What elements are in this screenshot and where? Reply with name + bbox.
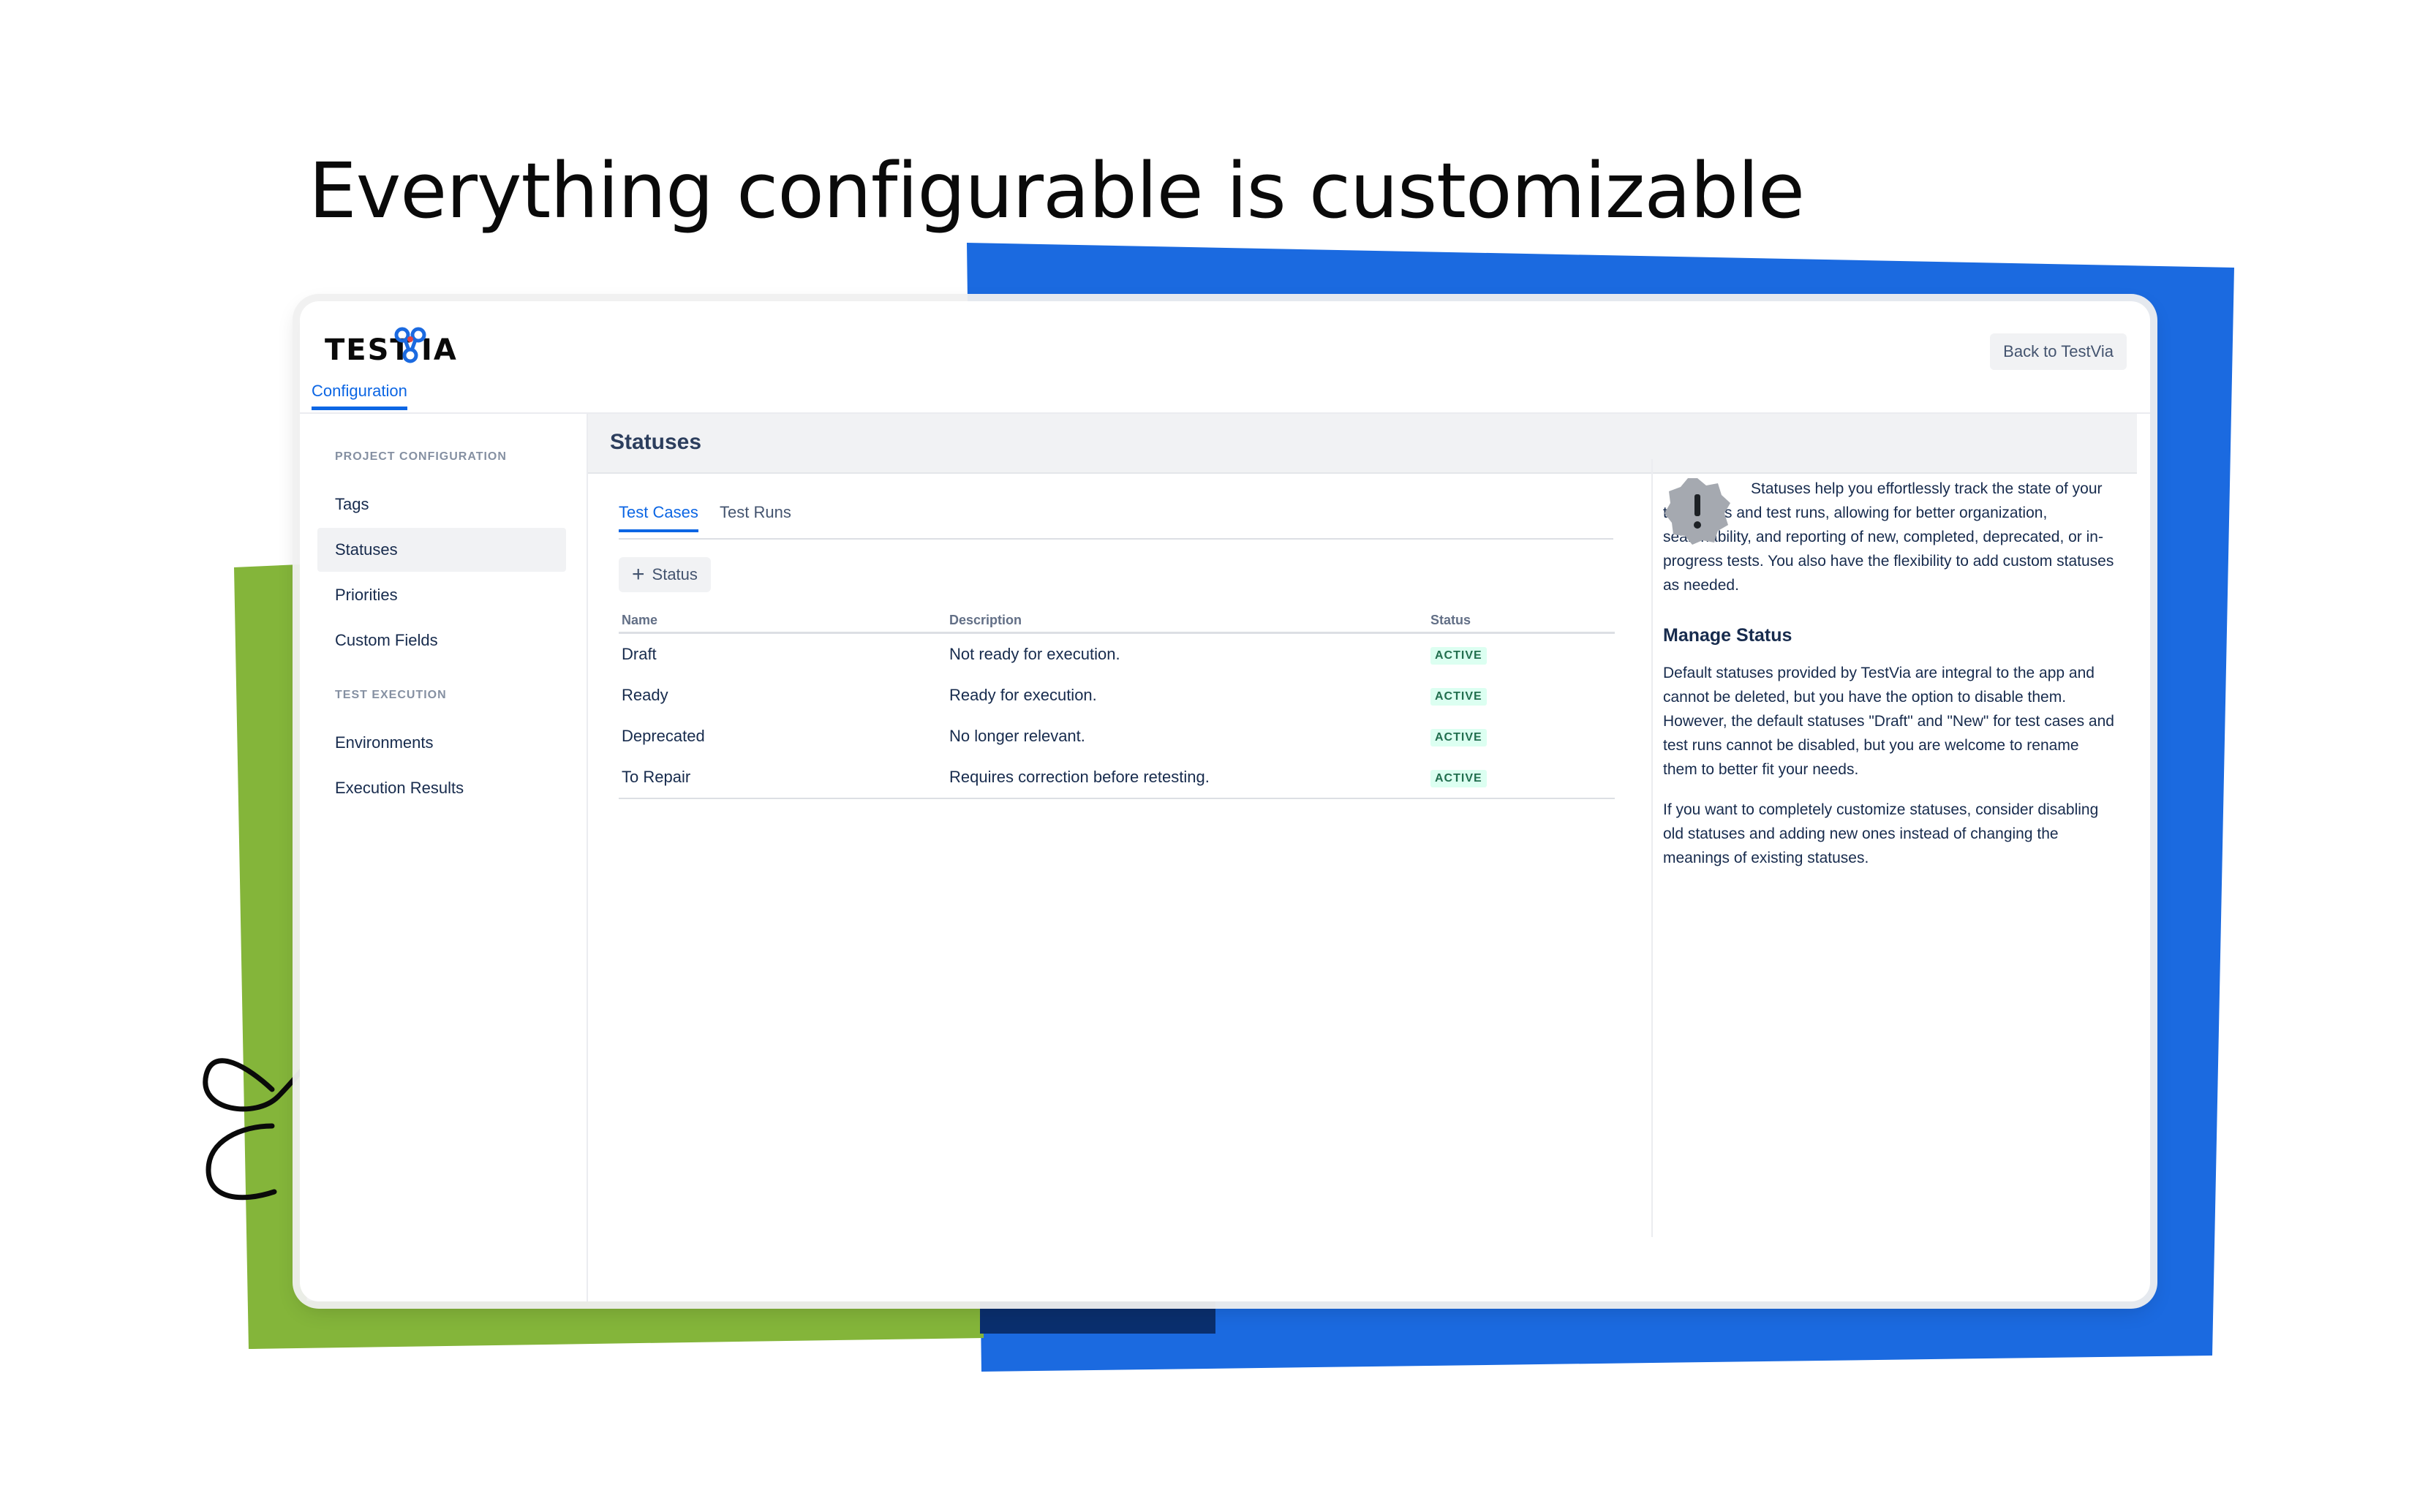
navy-shape <box>980 1299 1215 1334</box>
app-window: TEST IA Configuration Back to TestVia PR… <box>300 301 2150 1301</box>
status-badge: ACTIVE <box>1430 770 1487 787</box>
logo-wordmark: TEST IA <box>325 333 458 367</box>
status-name: Deprecated <box>622 727 705 745</box>
green-shape <box>234 564 307 1349</box>
config-sidebar: PROJECT CONFIGURATION Tags Statuses Prio… <box>300 414 588 1301</box>
sidebar-item-environments[interactable]: Environments <box>317 721 566 765</box>
sidebar-item-statuses[interactable]: Statuses <box>317 528 566 572</box>
configuration-link[interactable]: Configuration <box>312 382 407 410</box>
sidebar-section-project-configuration: PROJECT CONFIGURATION <box>335 450 507 463</box>
green-shape-bottom <box>249 1294 984 1349</box>
status-description: No longer relevant. <box>949 727 1085 745</box>
tab-test-cases[interactable]: Test Cases <box>619 503 698 532</box>
status-description: Requires correction before retesting. <box>946 757 1428 799</box>
column-header-name[interactable]: Name <box>619 608 946 634</box>
status-description: Ready for execution. <box>949 686 1097 704</box>
status-badge: ACTIVE <box>1430 688 1487 706</box>
table-row[interactable]: To Repair Requires correction before ret… <box>619 757 1615 799</box>
table-header-row: Name Description Status <box>619 608 1615 634</box>
column-header-description[interactable]: Description <box>946 608 1428 634</box>
status-tabs: Test Cases Test Runs <box>619 503 1613 540</box>
info-paragraph-customize: If you want to completely customize stat… <box>1663 801 2099 866</box>
add-status-label: Status <box>652 565 698 583</box>
back-to-testvia-button[interactable]: Back to TestVia <box>1990 333 2127 370</box>
sidebar-item-execution-results[interactable]: Execution Results <box>317 766 566 810</box>
sidebar-item-tags[interactable]: Tags <box>317 483 566 526</box>
status-badge: ACTIVE <box>1430 729 1487 746</box>
exclamation-badge-icon <box>1664 478 1730 545</box>
page-title: Statuses <box>610 430 702 454</box>
status-name: Ready <box>622 686 668 704</box>
status-name: Draft <box>622 645 657 663</box>
statuses-table: Name Description Status Draft Not ready … <box>619 608 1615 799</box>
svg-text:IA: IA <box>421 333 458 367</box>
page-headline: Everything configurable is customizable <box>309 146 1805 235</box>
column-header-status[interactable]: Status <box>1428 608 1615 634</box>
sidebar-item-custom-fields[interactable]: Custom Fields <box>317 619 566 662</box>
tab-test-runs[interactable]: Test Runs <box>720 503 791 529</box>
plus-icon: + <box>632 562 645 586</box>
info-paragraph-defaults: Default statuses provided by TestVia are… <box>1663 665 2114 778</box>
sidebar-section-test-execution: TEST EXECUTION <box>335 689 447 701</box>
table-row[interactable]: Deprecated No longer relevant. ACTIVE <box>619 716 1615 757</box>
table-row[interactable]: Draft Not ready for execution. ACTIVE <box>619 633 1615 676</box>
manage-status-heading: Manage Status <box>1663 625 1792 646</box>
info-panel: Statuses help you effortlessly track the… <box>1663 477 2116 886</box>
add-status-button[interactable]: + Status <box>619 557 711 592</box>
status-description: Not ready for execution. <box>949 645 1120 663</box>
testvia-logo[interactable]: TEST IA <box>320 317 467 370</box>
table-row[interactable]: Ready Ready for execution. ACTIVE <box>619 675 1615 716</box>
main-header: Statuses <box>588 414 2137 474</box>
status-badge: ACTIVE <box>1430 647 1487 665</box>
info-panel-divider <box>1651 459 1653 1237</box>
sidebar-item-priorities[interactable]: Priorities <box>317 573 566 617</box>
status-name: To Repair <box>619 757 946 799</box>
